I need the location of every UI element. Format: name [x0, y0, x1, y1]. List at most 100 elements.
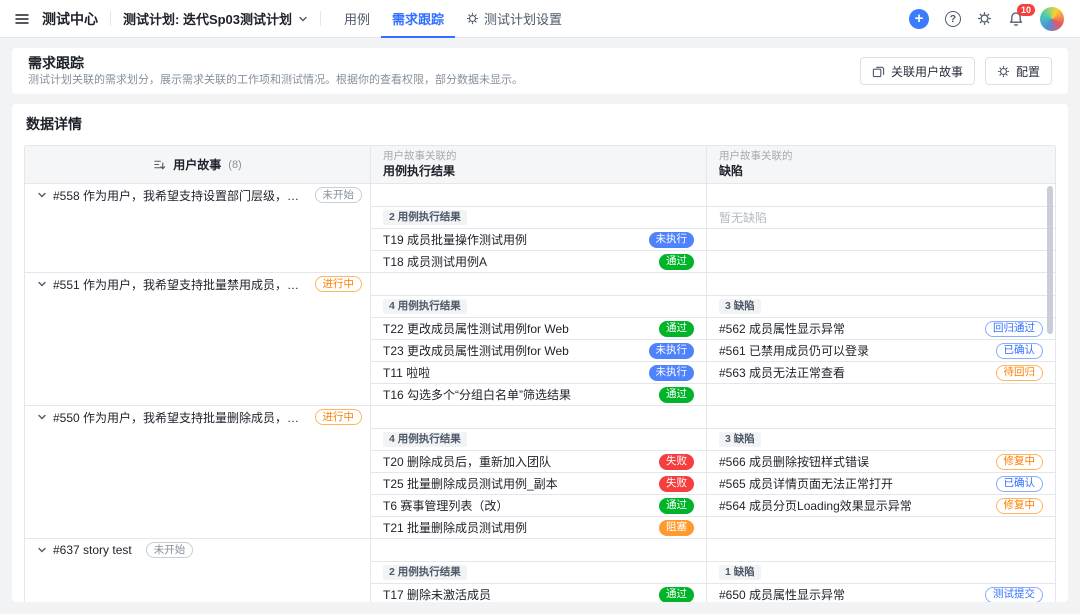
defect-row[interactable]: #561 已禁用成员仍可以登录 已确认: [706, 339, 1055, 361]
avatar[interactable]: [1040, 6, 1064, 31]
column-header-case-results: 用户故事关联的 用例执行结果: [370, 146, 706, 183]
defect-row[interactable]: #650 成员属性显示异常 测试提交: [706, 583, 1055, 602]
case-count-chip: 4 用例执行结果: [383, 299, 467, 314]
defect-row[interactable]: #565 成员详情页面无法正常打开 已确认: [706, 472, 1055, 494]
defect-title[interactable]: #563 成员无法正常查看: [719, 364, 988, 381]
story-group: #637 story test 未开始 2 用例执行结果 1 缺陷 T17 删除…: [25, 538, 1055, 602]
case-status-badge: 通过: [659, 320, 694, 337]
defect-row[interactable]: #564 成员分页Loading效果显示异常 修复中: [706, 494, 1055, 516]
test-case-row[interactable]: T20 删除成员后，重新加入团队 失败: [370, 450, 706, 472]
tracking-table: 用户故事 (8) 用户故事关联的 用例执行结果 用户故事关联的 缺陷 #558 …: [24, 145, 1056, 602]
case-title[interactable]: T22 更改成员属性测试用例for Web: [383, 320, 651, 337]
plan-label: 测试计划: 迭代Sp03测试计划: [123, 12, 293, 27]
story-title[interactable]: #637 story test: [53, 543, 132, 557]
defect-title[interactable]: #562 成员属性显示异常: [719, 320, 977, 337]
tab-plan-settings[interactable]: 测试计划设置: [455, 0, 573, 38]
defect-count-chip: 3 缺陷: [719, 299, 761, 314]
story-row[interactable]: #550 作为用户，我希望支持批量删除成员，以提高... 进行中: [25, 406, 370, 428]
case-count-chip: 4 用例执行结果: [383, 432, 467, 447]
case-status-badge: 失败: [659, 475, 694, 492]
case-count-chip: 2 用例执行结果: [383, 565, 467, 580]
divider: [320, 11, 322, 26]
test-case-row[interactable]: T16 勾选多个“分组白名单”筛选结果 通过: [370, 383, 706, 405]
defect-title[interactable]: #566 成员删除按钮样式错误: [719, 453, 988, 470]
page-title: 需求跟踪: [28, 55, 84, 71]
defect-status-badge: 已确认: [995, 342, 1043, 359]
defect-title[interactable]: #564 成员分页Loading效果显示异常: [719, 497, 988, 514]
notifications-button[interactable]: 10: [1008, 3, 1036, 27]
case-title[interactable]: T19 成员批量操作测试用例: [383, 231, 641, 248]
link-user-story-button[interactable]: 关联用户故事: [859, 57, 975, 85]
section-title: 数据详情: [26, 116, 82, 132]
defect-row[interactable]: #563 成员无法正常查看 待回归: [706, 361, 1055, 383]
defect-status-badge: 回归通过: [985, 320, 1043, 337]
create-button[interactable]: +: [909, 8, 929, 29]
case-title[interactable]: T23 更改成员属性测试用例for Web: [383, 342, 641, 359]
link-user-story-label: 关联用户故事: [890, 64, 963, 79]
defect-row[interactable]: #562 成员属性显示异常 回归通过: [706, 317, 1055, 339]
requirement-tracking-panel: 需求跟踪 测试计划关联的需求划分，展示需求关联的工作项和测试情况。根据你的查看权…: [12, 48, 1068, 94]
story-group: #558 作为用户，我希望支持设置部门层级，以提高... 未开始 2 用例执行结…: [25, 184, 1055, 272]
tab-cases[interactable]: 用例: [333, 0, 381, 38]
story-row[interactable]: #558 作为用户，我希望支持设置部门层级，以提高... 未开始: [25, 184, 370, 206]
hamburger-menu-icon[interactable]: [14, 11, 30, 27]
case-title[interactable]: T17 删除未激活成员: [383, 586, 651, 602]
defect-row[interactable]: #566 成员删除按钮样式错误 修复中: [706, 450, 1055, 472]
plan-selector[interactable]: 测试计划: 迭代Sp03测试计划: [123, 9, 308, 28]
column-header-defects: 用户故事关联的 缺陷: [706, 146, 1055, 183]
tab-requirement-tracking[interactable]: 需求跟踪: [381, 0, 456, 38]
test-case-row[interactable]: T11 啦啦 未执行: [370, 361, 706, 383]
chevron-down-icon: [298, 14, 308, 24]
defect-title[interactable]: #650 成员属性显示异常: [719, 586, 977, 602]
case-title[interactable]: T25 批量删除成员测试用例_副本: [383, 475, 651, 492]
case-title[interactable]: T20 删除成员后，重新加入团队: [383, 453, 651, 470]
case-status-badge: 通过: [659, 386, 694, 403]
navbar-actions: + ? 10: [909, 3, 1064, 31]
story-title[interactable]: #550 作为用户，我希望支持批量删除成员，以提高...: [53, 409, 301, 426]
story-row[interactable]: #637 story test 未开始: [25, 539, 370, 561]
story-title[interactable]: #558 作为用户，我希望支持设置部门层级，以提高...: [53, 187, 301, 204]
test-case-row[interactable]: T21 批量删除成员测试用例 阻塞: [370, 516, 706, 538]
test-case-row[interactable]: T18 成员测试用例A 通过: [370, 250, 706, 272]
chevron-down-icon[interactable]: [37, 190, 47, 200]
collapse-all-icon[interactable]: [153, 158, 166, 171]
story-status-badge: 进行中: [314, 276, 362, 292]
test-case-row[interactable]: T6 赛事管理列表（改） 通过: [370, 494, 706, 516]
defect-count-chip: 3 缺陷: [719, 432, 761, 447]
story-row[interactable]: #551 作为用户，我希望支持批量禁用成员，以提高... 进行中: [25, 273, 370, 295]
top-navbar: 测试中心 测试计划: 迭代Sp03测试计划 用例 需求跟踪 测试计划设置 + ?…: [0, 0, 1080, 38]
test-case-row[interactable]: T17 删除未激活成员 通过: [370, 583, 706, 602]
no-defect-text: 暂无缺陷: [719, 211, 768, 225]
gear-icon: [466, 12, 479, 25]
link-stories-icon: [872, 65, 885, 78]
defect-status-badge: 修复中: [995, 453, 1043, 470]
test-case-row[interactable]: T19 成员批量操作测试用例 未执行: [370, 228, 706, 250]
case-status-badge: 通过: [659, 253, 694, 270]
test-case-row[interactable]: T22 更改成员属性测试用例for Web 通过: [370, 317, 706, 339]
settings-gear-icon[interactable]: [977, 11, 992, 26]
tab-bar: 用例 需求跟踪 测试计划设置: [333, 0, 573, 38]
case-title[interactable]: T21 批量删除成员测试用例: [383, 519, 651, 536]
defect-title[interactable]: #565 成员详情页面无法正常打开: [719, 475, 988, 492]
case-title[interactable]: T18 成员测试用例A: [383, 253, 651, 270]
case-status-badge: 失败: [659, 453, 694, 470]
config-button[interactable]: 配置: [984, 57, 1052, 85]
case-status-badge: 通过: [659, 497, 694, 514]
case-title[interactable]: T11 啦啦: [383, 364, 641, 381]
case-title[interactable]: T6 赛事管理列表（改）: [383, 497, 651, 514]
story-title[interactable]: #551 作为用户，我希望支持批量禁用成员，以提高...: [53, 276, 301, 293]
vertical-scrollbar[interactable]: [1047, 186, 1053, 334]
gear-icon: [997, 65, 1010, 78]
test-case-row[interactable]: T25 批量删除成员测试用例_副本 失败: [370, 472, 706, 494]
help-icon[interactable]: ?: [945, 10, 961, 27]
config-label: 配置: [1015, 64, 1040, 79]
defect-status-badge: 修复中: [995, 497, 1043, 514]
chevron-down-icon[interactable]: [37, 279, 47, 289]
case-status-badge: 通过: [659, 586, 694, 602]
defect-title[interactable]: #561 已禁用成员仍可以登录: [719, 342, 988, 359]
story-status-badge: 未开始: [314, 187, 362, 203]
case-title[interactable]: T16 勾选多个“分组白名单”筛选结果: [383, 386, 651, 403]
chevron-down-icon[interactable]: [37, 545, 47, 555]
chevron-down-icon[interactable]: [37, 412, 47, 422]
test-case-row[interactable]: T23 更改成员属性测试用例for Web 未执行: [370, 339, 706, 361]
